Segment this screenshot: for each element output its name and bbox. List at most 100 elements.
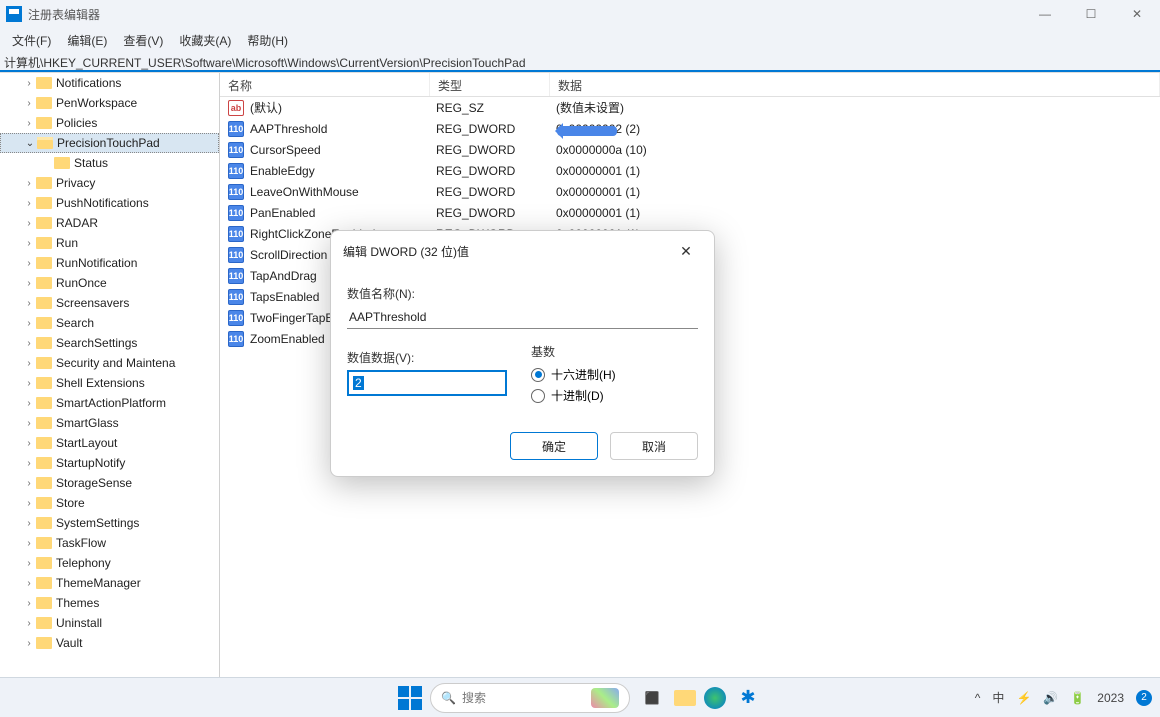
tree-item[interactable]: ›SmartGlass [0,413,219,433]
tree-panel[interactable]: ›Notifications›PenWorkspace›Policies⌄Pre… [0,73,220,677]
minimize-button[interactable]: — [1022,0,1068,28]
tree-label: TaskFlow [56,536,106,550]
value-type: REG_DWORD [436,143,556,157]
dialog-titlebar[interactable]: 编辑 DWORD (32 位)值 ✕ [331,231,714,271]
value-type: REG_DWORD [436,122,556,136]
tree-item[interactable]: ›Policies [0,113,219,133]
volume-icon[interactable]: 🔊 [1043,691,1058,705]
chevron-right-icon: › [22,198,36,209]
tree-item[interactable]: ›Themes [0,593,219,613]
chevron-right-icon: › [22,518,36,529]
value-type-icon: 110 [228,331,244,347]
col-data[interactable]: 数据 [550,73,1160,96]
ok-button[interactable]: 确定 [510,432,598,460]
dialog-close-button[interactable]: ✕ [670,239,702,263]
tree-item[interactable]: ›RADAR [0,213,219,233]
tree-label: Themes [56,596,99,610]
tray-chevron-icon[interactable]: ^ [975,691,981,705]
tree-item[interactable]: ›Telephony [0,553,219,573]
tree-item[interactable]: ›PenWorkspace [0,93,219,113]
tree-item[interactable]: ›Vault [0,633,219,653]
tree-label: SearchSettings [56,336,137,350]
taskbar-search[interactable]: 🔍 搜索 [430,683,630,713]
value-name: AAPThreshold [250,122,436,136]
tree-item[interactable]: ›Screensavers [0,293,219,313]
ime-indicator[interactable]: 中 [992,689,1004,706]
col-name[interactable]: 名称 [220,73,430,96]
tree-item[interactable]: Status [0,153,219,173]
close-button[interactable]: ✕ [1114,0,1160,28]
menu-favorites[interactable]: 收藏夹(A) [171,30,239,51]
tree-item[interactable]: ›Store [0,493,219,513]
tree-item[interactable]: ›StartLayout [0,433,219,453]
value-type-icon: 110 [228,184,244,200]
taskview-icon[interactable]: ⬛ [638,684,666,712]
tree-item[interactable]: ›Security and Maintena [0,353,219,373]
tree-item[interactable]: › TaskFlow [0,533,219,553]
chevron-right-icon: › [22,338,36,349]
list-row[interactable]: ab(默认)REG_SZ(数值未设置) [220,97,1160,118]
tree-label: RunOnce [56,276,107,290]
cancel-button[interactable]: 取消 [610,432,698,460]
list-row[interactable]: 110AAPThresholdREG_DWORD0x00000002 (2) [220,118,1160,139]
tree-item[interactable]: ›Privacy [0,173,219,193]
tree-item[interactable]: ›RunOnce [0,273,219,293]
chevron-right-icon: › [22,538,36,549]
tree-item[interactable]: ›SystemSettings [0,513,219,533]
menu-help[interactable]: 帮助(H) [239,30,296,51]
chevron-right-icon: › [22,478,36,489]
list-row[interactable]: 110EnableEdgyREG_DWORD0x00000001 (1) [220,160,1160,181]
tree-item[interactable]: ›StorageSense [0,473,219,493]
folder-icon [36,97,52,109]
value-data: 0x00000001 (1) [556,185,1160,199]
list-row[interactable]: 110PanEnabledREG_DWORD0x00000001 (1) [220,202,1160,223]
titlebar: 注册表编辑器 — ☐ ✕ [0,0,1160,28]
tree-item[interactable]: ›Uninstall [0,613,219,633]
radio-dec[interactable]: 十进制(D) [531,387,698,404]
tree-item[interactable]: ›ThemeManager [0,573,219,593]
address-bar[interactable]: 计算机\HKEY_CURRENT_USER\Software\Microsoft… [0,52,1160,72]
list-row[interactable]: 110CursorSpeedREG_DWORD0x0000000a (10) [220,139,1160,160]
tree-label: StartupNotify [56,456,125,470]
search-placeholder: 搜索 [462,689,585,706]
tree-item[interactable]: ⌄PrecisionTouchPad [0,133,219,153]
tree-label: Vault [56,636,82,650]
dialog-body: 数值名称(N): 数值数据(V): 2 基数 十六进制(H) 十进制(D) 确定 [331,271,714,476]
explorer-icon[interactable] [674,690,696,706]
menu-edit[interactable]: 编辑(E) [59,30,115,51]
value-name-field[interactable] [347,306,698,329]
tree-item[interactable]: › SearchSettings [0,333,219,353]
tree-item[interactable]: ›Run [0,233,219,253]
list-row[interactable]: 110LeaveOnWithMouseREG_DWORD0x00000001 (… [220,181,1160,202]
menu-file[interactable]: 文件(F) [4,30,59,51]
tree-item[interactable]: ›PushNotifications [0,193,219,213]
chevron-right-icon: › [22,118,36,129]
tree-item[interactable]: ›Shell Extensions [0,373,219,393]
col-type[interactable]: 类型 [430,73,550,96]
radio-hex[interactable]: 十六进制(H) [531,366,698,383]
chevron-right-icon: › [22,98,36,109]
start-button[interactable] [398,686,422,710]
folder-icon [36,177,52,189]
chevron-right-icon: › [22,358,36,369]
edge-icon[interactable] [704,687,726,709]
tree-item[interactable]: ›Notifications [0,73,219,93]
tree-label: SmartGlass [56,416,119,430]
network-icon[interactable]: ⚡ [1016,691,1031,705]
folder-icon [54,157,70,169]
tree-item[interactable]: ›SmartActionPlatform [0,393,219,413]
maximize-button[interactable]: ☐ [1068,0,1114,28]
tree-item[interactable]: ›StartupNotify [0,453,219,473]
list-header: 名称 类型 数据 [220,73,1160,97]
value-data-field[interactable]: 2 [347,370,507,396]
clock-year[interactable]: 2023 [1097,691,1124,705]
tree-item[interactable]: ›Search [0,313,219,333]
tree-item[interactable]: ›RunNotification [0,253,219,273]
notification-badge[interactable]: 2 [1136,690,1152,706]
app-icon[interactable]: ✱ [734,684,762,712]
menu-view[interactable]: 查看(V) [115,30,171,51]
battery-icon[interactable]: 🔋 [1070,691,1085,705]
folder-icon [36,257,52,269]
folder-icon [36,517,52,529]
tree-label: SmartActionPlatform [56,396,166,410]
